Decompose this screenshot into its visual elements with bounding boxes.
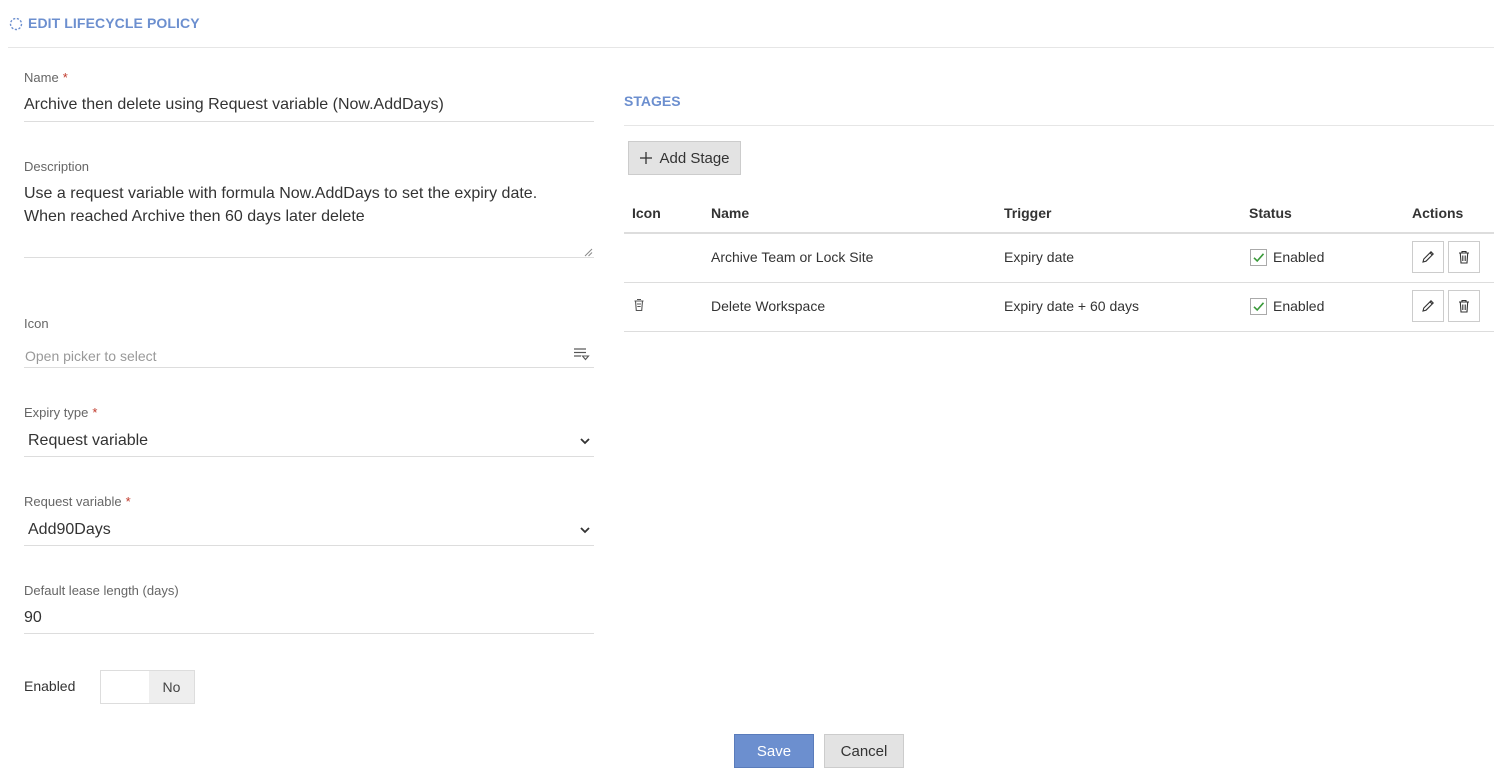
row-divider [624,282,1494,283]
delete-button[interactable] [1448,290,1480,322]
row-divider [624,331,1494,332]
column-header-status: Status [1249,205,1292,221]
icon-picker-input[interactable]: Open picker to select [25,348,157,364]
cancel-button[interactable]: Cancel [824,734,904,768]
header-divider [8,47,1494,48]
lease-length-input[interactable]: 90 [24,609,42,627]
stages-divider [624,125,1494,126]
description-line-2: When reached Archive then 60 days later … [24,208,365,225]
column-header-actions: Actions [1412,205,1464,221]
icon-underline [24,367,594,368]
chevron-down-icon[interactable] [579,524,591,536]
column-header-trigger: Trigger [1004,205,1052,221]
delete-button[interactable] [1448,241,1480,273]
enabled-toggle[interactable]: No [100,670,195,704]
request-variable-select[interactable]: Add90Days [28,521,111,539]
toggle-no-segment[interactable]: No [149,671,194,703]
add-stage-button[interactable]: Add Stage [628,141,741,175]
plus-icon [640,152,653,164]
check-icon [1253,302,1265,312]
stage-name: Delete Workspace [711,298,826,314]
icon-label: Icon [24,316,49,331]
page-header: EDIT LIFECYCLE POLICY [0,0,1494,48]
pencil-icon [1422,300,1434,312]
resize-grip-icon[interactable] [584,248,593,257]
expiry-type-underline [24,456,594,457]
lease-length-label: Default lease length (days) [24,583,179,598]
column-header-name: Name [711,205,750,221]
chevron-down-icon[interactable] [579,435,591,447]
pencil-icon [1422,251,1434,263]
required-mark: * [125,494,131,509]
lease-length-underline [24,633,594,634]
expiry-type-label: Expiry type * [24,405,98,420]
trash-icon [1459,250,1469,264]
list-filter-icon[interactable] [572,345,590,363]
add-stage-label: Add Stage [659,149,730,167]
edit-button[interactable] [1412,241,1444,273]
description-line-1: Use a request variable with formula Now.… [24,185,538,202]
description-textarea[interactable]: Use a request variable with formula Now.… [24,182,590,228]
expiry-type-select[interactable]: Request variable [28,432,148,450]
request-variable-underline [24,545,594,546]
description-underline [24,257,594,258]
trash-icon [1459,299,1469,313]
table-header-divider [624,232,1494,234]
status-checkbox[interactable] [1250,249,1267,266]
description-label: Description [24,159,90,174]
page-title: EDIT LIFECYCLE POLICY [28,15,200,31]
stage-name: Archive Team or Lock Site [711,249,874,265]
required-mark: * [62,70,68,85]
spinner-icon [9,17,23,31]
save-button[interactable]: Save [734,734,814,768]
name-label: Name * [24,70,68,85]
enabled-label: Enabled [24,678,76,694]
status-label: Enabled [1273,298,1325,314]
name-underline [24,121,594,122]
toggle-blank-segment[interactable] [101,671,149,703]
stages-title: STAGES [624,93,681,109]
stage-trigger: Expiry date + 60 days [1004,298,1140,314]
required-mark: * [92,405,98,420]
stage-trigger: Expiry date [1004,249,1075,265]
name-input[interactable]: Archive then delete using Request variab… [24,96,444,114]
check-icon [1253,253,1265,263]
status-checkbox[interactable] [1250,298,1267,315]
status-label: Enabled [1273,249,1325,265]
column-header-icon: Icon [632,205,661,221]
edit-button[interactable] [1412,290,1444,322]
trash-bin-icon [634,298,644,312]
request-variable-label: Request variable * [24,494,131,509]
